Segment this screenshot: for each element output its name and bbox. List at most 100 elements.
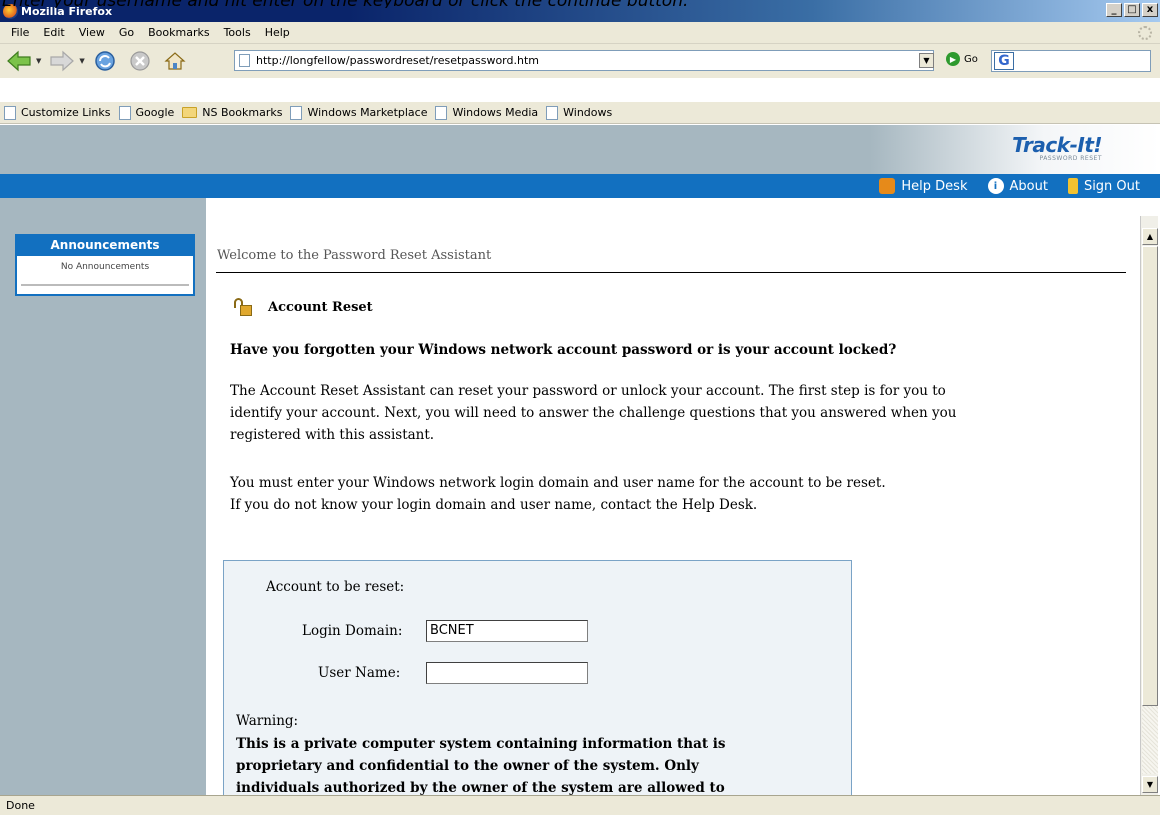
- home-button[interactable]: [163, 47, 187, 75]
- home-icon: [164, 52, 186, 70]
- announcements-title: Announcements: [17, 236, 193, 256]
- go-arrow-icon: ▶: [946, 52, 960, 66]
- back-arrow-icon: [7, 50, 31, 72]
- forward-dropdown-icon[interactable]: ▼: [79, 57, 84, 65]
- stop-button[interactable]: [129, 47, 151, 75]
- scroll-up-icon[interactable]: ▲: [1142, 228, 1158, 245]
- navigation-toolbar: ▼ ▼ http://longfellow/passwordreset/rese…: [0, 44, 1160, 78]
- top-nav-links: Help Desk i About Sign Out: [879, 174, 1140, 198]
- info-icon: i: [987, 178, 1004, 194]
- bookmark-ns-bookmarks[interactable]: NS Bookmarks: [182, 106, 282, 119]
- status-text: Done: [6, 799, 35, 812]
- sign-out-label: Sign Out: [1083, 178, 1140, 194]
- paragraph-line: identify your account. Next, you will ne…: [230, 405, 957, 421]
- bookmark-windows-media[interactable]: Windows Media: [435, 105, 539, 120]
- menu-file[interactable]: File: [4, 26, 36, 39]
- reload-icon: [95, 51, 115, 71]
- brand-name: Track-It!: [1012, 133, 1102, 157]
- sign-out-link[interactable]: Sign Out: [1067, 178, 1140, 194]
- address-bar[interactable]: http://longfellow/passwordreset/resetpas…: [234, 50, 934, 71]
- bookmark-customize-links[interactable]: Customize Links: [4, 105, 111, 120]
- scroll-track[interactable]: [1142, 706, 1158, 774]
- section-title: Account Reset: [268, 299, 373, 315]
- bookmark-label: Customize Links: [21, 106, 111, 119]
- user-name-input[interactable]: [426, 662, 588, 684]
- forward-arrow-icon: [50, 50, 75, 72]
- google-search-icon: G: [994, 52, 1014, 70]
- menu-edit[interactable]: Edit: [36, 26, 71, 39]
- announcements-body: No Announcements: [60, 262, 150, 272]
- bookmarks-toolbar: Customize Links Google NS Bookmarks Wind…: [0, 102, 1160, 124]
- menu-view[interactable]: View: [72, 26, 112, 39]
- menu-help[interactable]: Help: [258, 26, 297, 39]
- announcements-panel: Announcements No Announcements: [15, 234, 195, 296]
- bookmark-label: Google: [135, 106, 175, 119]
- menu-go[interactable]: Go: [112, 26, 141, 39]
- page-icon: [435, 105, 448, 120]
- address-dropdown-icon[interactable]: ▼: [919, 53, 934, 68]
- page-icon: [118, 105, 131, 120]
- sign-out-icon: [1067, 178, 1078, 194]
- reload-button[interactable]: [93, 47, 117, 75]
- warning-line: proprietary and confidential to the owne…: [236, 758, 699, 774]
- login-domain-label: Login Domain:: [302, 623, 403, 639]
- bookmark-label: Windows Marketplace: [307, 106, 428, 119]
- vertical-scrollbar[interactable]: ▲ ▼: [1140, 216, 1158, 795]
- section-header: Account Reset: [234, 298, 373, 316]
- paragraph-line: The Account Reset Assistant can reset yo…: [230, 383, 946, 399]
- menu-bookmarks[interactable]: Bookmarks: [141, 26, 216, 39]
- account-label: Account to be reset:: [266, 579, 405, 595]
- help-desk-icon: [879, 178, 896, 194]
- bookmark-windows-marketplace[interactable]: Windows Marketplace: [290, 105, 428, 120]
- go-button[interactable]: ▶ Go: [946, 52, 978, 66]
- warning-line: This is a private computer system contai…: [236, 736, 726, 752]
- main-content: Welcome to the Password Reset Assistant …: [206, 216, 1140, 795]
- page-icon: [290, 105, 303, 120]
- bookmark-label: NS Bookmarks: [202, 106, 283, 119]
- go-label: Go: [964, 53, 978, 65]
- app-header: Track-It! PASSWORD RESET: [0, 125, 1160, 174]
- page-icon: [546, 105, 559, 120]
- bookmark-label: Windows: [563, 106, 613, 119]
- title-divider: [216, 272, 1126, 273]
- warning-line: individuals authorized by the owner of t…: [236, 780, 725, 795]
- intro-paragraph: The Account Reset Assistant can reset yo…: [230, 380, 970, 446]
- help-desk-label: Help Desk: [901, 178, 968, 194]
- folder-icon: [182, 107, 198, 118]
- back-button[interactable]: ▼: [6, 47, 45, 75]
- scroll-down-icon[interactable]: ▼: [1142, 776, 1158, 793]
- scroll-thumb[interactable]: [1142, 246, 1158, 706]
- bookmark-windows[interactable]: Windows: [546, 105, 613, 120]
- search-box[interactable]: G: [991, 50, 1151, 72]
- back-dropdown-icon[interactable]: ▼: [36, 57, 41, 65]
- about-link[interactable]: i About: [987, 178, 1048, 194]
- throbber-icon: [1138, 26, 1152, 40]
- address-text: http://longfellow/passwordreset/resetpas…: [256, 54, 539, 67]
- bookmark-google[interactable]: Google: [118, 105, 175, 120]
- forward-button[interactable]: ▼: [49, 47, 88, 75]
- intro-question: Have you forgotten your Windows network …: [230, 342, 897, 358]
- warning-title: Warning:: [236, 713, 299, 729]
- paragraph-line: You must enter your Windows network logi…: [230, 475, 886, 491]
- trackit-logo: Track-It! PASSWORD RESET: [1012, 133, 1102, 162]
- login-domain-input[interactable]: BCNET: [426, 620, 588, 642]
- instruction-caption: Enter your username and hit enter on the…: [0, 0, 1160, 8]
- user-name-label: User Name:: [318, 665, 401, 681]
- page-icon: [239, 54, 250, 67]
- help-desk-link[interactable]: Help Desk: [879, 178, 968, 194]
- instructions-paragraph: You must enter your Windows network logi…: [230, 472, 970, 516]
- stop-icon: [130, 51, 150, 71]
- page-icon: [4, 105, 16, 120]
- about-label: About: [1009, 178, 1048, 194]
- bookmark-label: Windows Media: [452, 106, 539, 119]
- paragraph-line: If you do not know your login domain and…: [230, 497, 758, 513]
- unlock-icon: [234, 298, 254, 316]
- menu-bar: File Edit View Go Bookmarks Tools Help: [0, 22, 1160, 44]
- paragraph-line: registered with this assistant.: [230, 427, 435, 443]
- announcements-divider: [21, 284, 189, 286]
- left-sidebar: Announcements No Announcements: [0, 198, 206, 795]
- top-nav-bar: Help Desk i About Sign Out: [0, 174, 1160, 198]
- menu-tools[interactable]: Tools: [217, 26, 258, 39]
- account-form: Account to be reset: Login Domain: BCNET…: [223, 560, 852, 795]
- page-title: Welcome to the Password Reset Assistant: [217, 248, 492, 263]
